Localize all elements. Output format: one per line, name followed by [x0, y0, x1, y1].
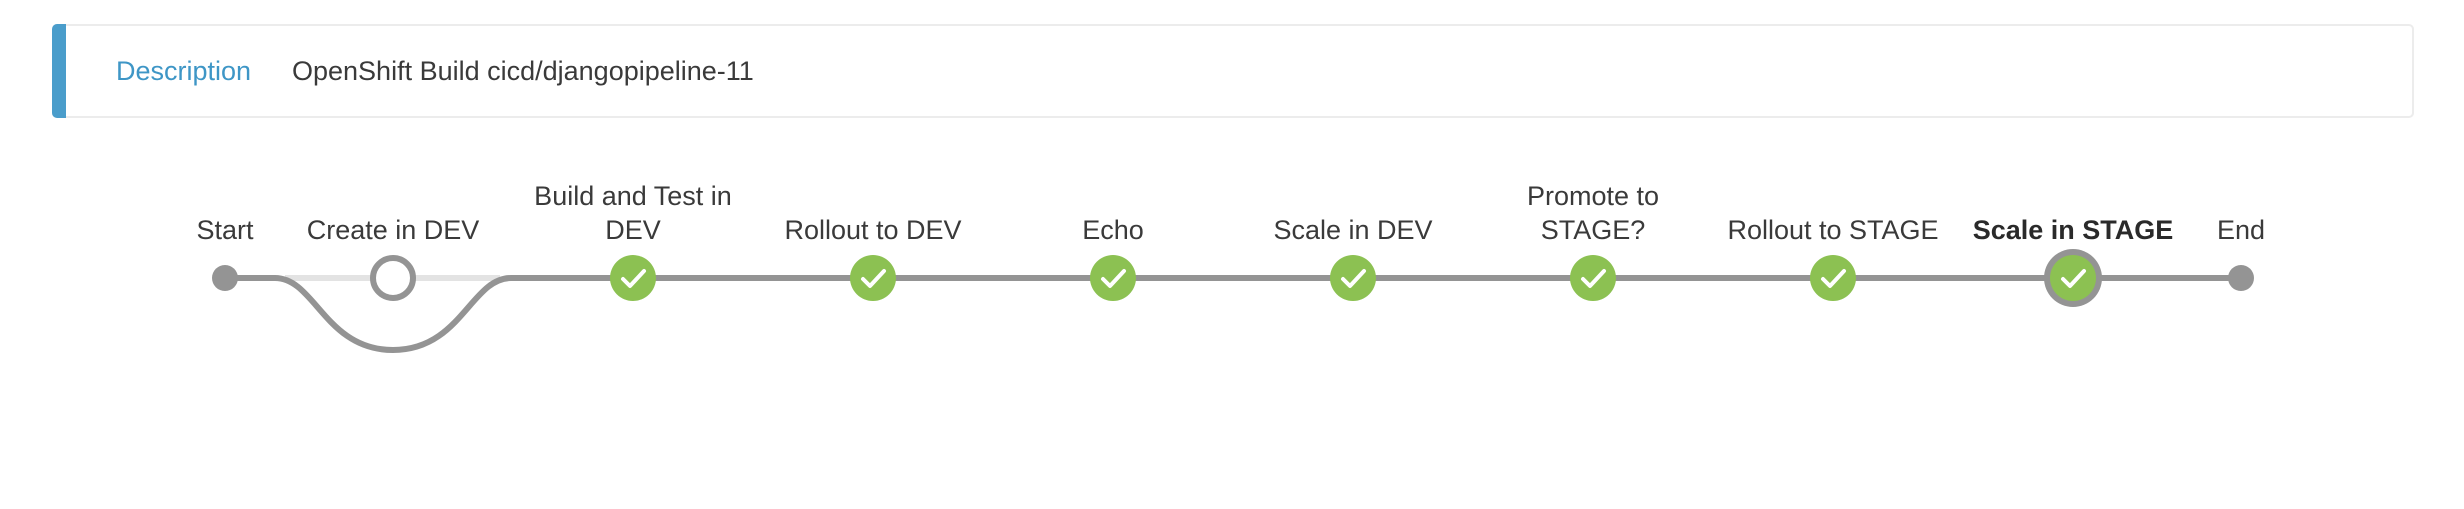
pipeline-graph-svg: [212, 249, 2254, 354]
stage-label-line: Scale in STAGE: [1972, 215, 2174, 245]
stage-label-line: Build and Test in: [534, 181, 732, 211]
stage-label[interactable]: Build and Test in DEV: [534, 179, 732, 247]
stage-label-line: Rollout to STAGE: [1727, 215, 1939, 245]
stage-label[interactable]: Scale in STAGE: [1973, 213, 2174, 247]
stage-node-success: [2050, 255, 2096, 301]
stage-label-line: STAGE?: [1540, 215, 1646, 245]
start-node-label: Start: [196, 215, 254, 245]
stage-node-not-built: [370, 255, 416, 301]
stage-label-line: Promote to: [1526, 181, 1660, 211]
stage-node-success: [1810, 255, 1856, 301]
stage-node-success: [1570, 255, 1616, 301]
stage-label[interactable]: Rollout to DEV: [784, 213, 961, 247]
end-node-label: End: [2216, 215, 2266, 245]
stage-label-line: Scale in DEV: [1273, 215, 1433, 245]
stage-node-success: [850, 255, 896, 301]
pipeline-connector-line: [222, 275, 2244, 354]
end-node: [2228, 265, 2254, 291]
stage-node-success: [1090, 255, 1136, 301]
stage-label-line: Echo: [1082, 215, 1144, 245]
stage-label-line: Create in DEV: [306, 215, 480, 245]
stage-label[interactable]: Create in DEV: [307, 213, 480, 247]
stage-label-line: Rollout to DEV: [784, 215, 962, 245]
pipeline-graph: Start End Create in DEV Build and Test in…: [0, 0, 2464, 504]
stage-label[interactable]: Scale in DEV: [1273, 213, 1432, 247]
start-node: [212, 265, 238, 291]
stage-label[interactable]: Echo: [1082, 213, 1144, 247]
stage-label-line: DEV: [605, 215, 661, 245]
stage-node-success: [1330, 255, 1376, 301]
stage-label[interactable]: Promote to STAGE?: [1527, 179, 1659, 247]
stage-label[interactable]: Rollout to STAGE: [1727, 213, 1938, 247]
stage-node-success: [610, 255, 656, 301]
